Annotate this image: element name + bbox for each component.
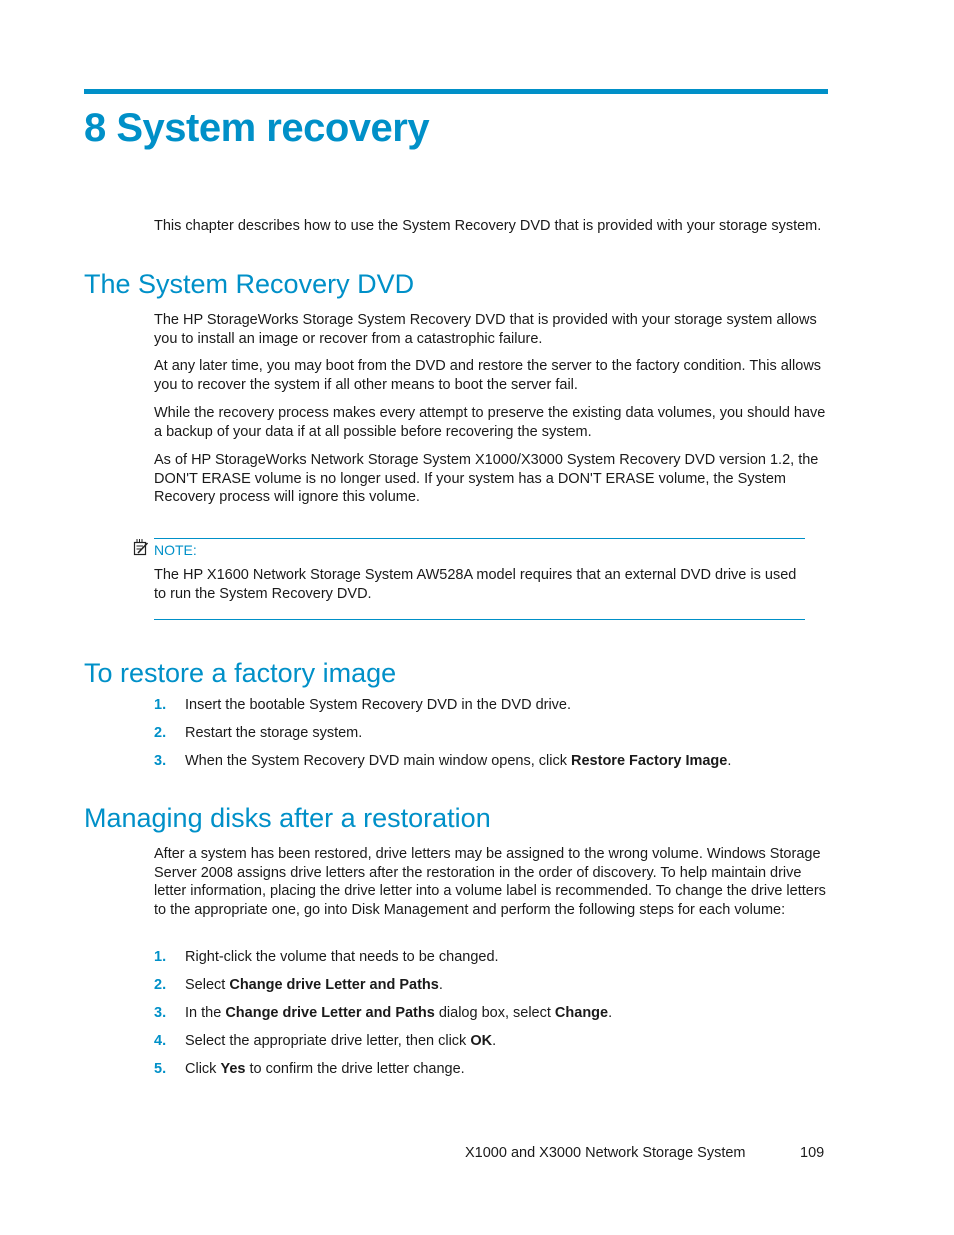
- dvd-paragraph-2: At any later time, you may boot from the…: [154, 358, 822, 393]
- step-number: 3.: [154, 753, 167, 769]
- step-number: 4.: [154, 1033, 167, 1049]
- section-title-dvd: The System Recovery DVD: [84, 269, 415, 299]
- section-title-restore: To restore a factory image: [84, 658, 397, 688]
- managing-step: 2. Select Change drive Letter and Paths.: [154, 976, 834, 995]
- note-top-rule: [154, 538, 805, 539]
- chapter-top-rule: [84, 89, 828, 94]
- step-punct: .: [727, 753, 732, 769]
- chapter-title: 8 System recovery: [84, 106, 430, 150]
- restore-step: 1. Insert the bootable System Recovery DV…: [154, 696, 834, 715]
- dvd-paragraph-3: While the recovery process makes every a…: [154, 405, 826, 440]
- ui-term: Yes: [220, 1061, 246, 1077]
- managing-step: 3. In the Change drive Letter and Paths d…: [154, 1004, 834, 1023]
- ui-term: Change: [554, 1005, 609, 1021]
- footer-page-number: 109: [800, 1145, 825, 1161]
- step-number: 2.: [154, 725, 167, 741]
- dvd-paragraph-1: The HP StorageWorks Storage System Recov…: [154, 312, 817, 347]
- dvd-paragraph-4: As of HP StorageWorks Network Storage Sy…: [154, 452, 819, 505]
- step-text: Restart the storage system.: [185, 725, 363, 741]
- step-punct: .: [492, 1033, 497, 1049]
- step-text: In the: [185, 1005, 226, 1021]
- managing-step: 4. Select the appropriate drive letter, t…: [154, 1032, 834, 1051]
- step-text: dialog box, select: [434, 1005, 555, 1021]
- step-punct: .: [608, 1005, 613, 1021]
- step-number: 1.: [154, 949, 167, 965]
- managing-step: 1. Right-click the volume that needs to b…: [154, 948, 834, 967]
- footer-doc-title: X1000 and X3000 Network Storage System: [465, 1145, 746, 1161]
- step-number: 5.: [154, 1061, 167, 1077]
- managing-step: 5. Click Yes to confirm the drive letter …: [154, 1060, 834, 1079]
- note-icon: [133, 538, 149, 556]
- restore-step: 3. When the System Recovery DVD main wind…: [154, 752, 834, 771]
- step-number: 3.: [154, 1005, 167, 1021]
- step-text: Select the appropriate drive letter, the…: [185, 1033, 471, 1049]
- step-text: Insert the bootable System Recovery DVD …: [185, 697, 572, 713]
- ui-term: Change drive Letter and Paths: [225, 1005, 435, 1021]
- ui-term: Restore Factory Image: [571, 753, 728, 769]
- restore-step: 2. Restart the storage system.: [154, 724, 834, 743]
- chapter-intro: This chapter describes how to use the Sy…: [154, 218, 822, 234]
- ui-term: Change drive Letter and Paths: [229, 977, 439, 993]
- step-number: 2.: [154, 977, 167, 993]
- note-bottom-rule: [154, 619, 805, 620]
- section-title-managing: Managing disks after a restoration: [84, 803, 491, 833]
- managing-paragraph: After a system has been restored, drive …: [154, 846, 826, 918]
- step-text: Select: [185, 977, 230, 993]
- ui-term: OK: [470, 1033, 493, 1049]
- step-text: Right-click the volume that needs to be …: [185, 949, 499, 965]
- step-number: 1.: [154, 697, 167, 713]
- step-text: Click: [185, 1061, 221, 1077]
- step-text: to confirm the drive letter change.: [245, 1061, 465, 1077]
- step-text: When the System Recovery DVD main window…: [185, 753, 572, 769]
- note-label: NOTE:: [154, 542, 197, 558]
- note-text: The HP X1600 Network Storage System AW52…: [154, 567, 797, 602]
- step-punct: .: [438, 977, 443, 993]
